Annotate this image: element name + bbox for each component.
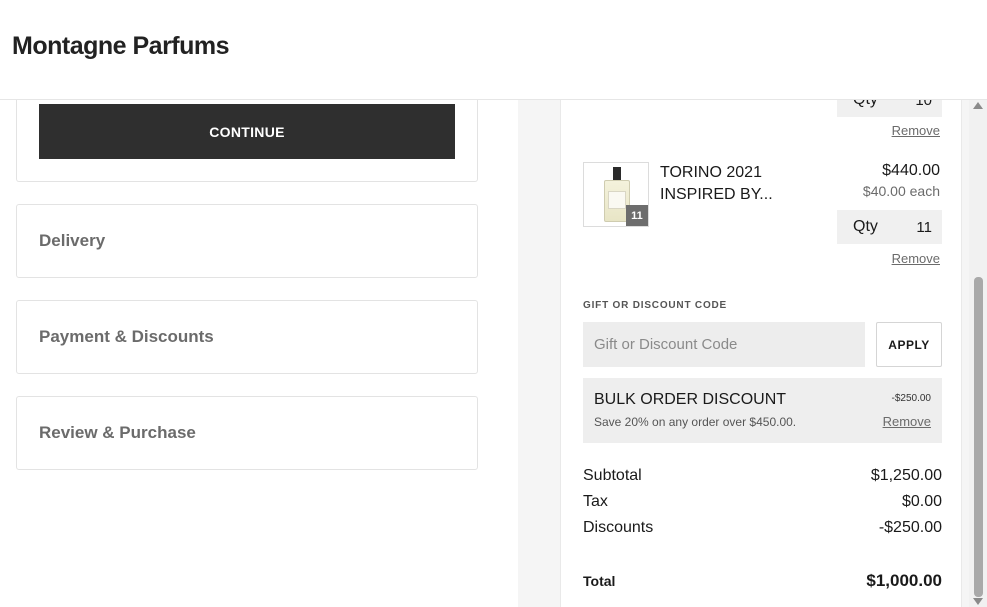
bottle-label-graphic bbox=[608, 191, 626, 209]
discount-amount: -$250.00 bbox=[891, 393, 931, 404]
unit-price: $40.00 each bbox=[862, 183, 940, 199]
customer-step-card: CONTINUE bbox=[16, 100, 478, 182]
step-delivery[interactable]: Delivery bbox=[16, 204, 478, 278]
qty-value[interactable]: 10 bbox=[915, 100, 932, 109]
brand-logo[interactable]: Montagne Parfums bbox=[12, 32, 230, 61]
subtotal-value: $1,250.00 bbox=[870, 467, 942, 484]
tax-row: Tax $0.00 bbox=[583, 493, 942, 511]
checkout-steps: CONTINUE Delivery Payment & Discounts Re… bbox=[0, 100, 518, 607]
step-payment-discounts[interactable]: Payment & Discounts bbox=[16, 300, 478, 374]
remove-item-link[interactable]: Remove bbox=[892, 123, 940, 138]
tax-value: $0.00 bbox=[901, 493, 942, 510]
scrollbar-thumb[interactable] bbox=[974, 277, 983, 597]
product-name[interactable]: TORINO 2021 INSPIRED BY... bbox=[660, 162, 820, 206]
subtotal-row: Subtotal $1,250.00 bbox=[583, 467, 942, 485]
scroll-down-icon[interactable] bbox=[973, 598, 983, 605]
quantity-stepper[interactable]: Qty 11 bbox=[837, 210, 942, 244]
quantity-stepper[interactable]: Qty 10 bbox=[837, 100, 942, 117]
order-summary-panel: Qty 10 Remove 11 TORINO 2021 INSPIRED BY… bbox=[560, 100, 962, 607]
discounts-value: -$250.00 bbox=[878, 519, 942, 536]
scroll-up-icon[interactable] bbox=[973, 102, 983, 109]
remove-item-link[interactable]: Remove bbox=[892, 251, 940, 266]
discount-description: Save 20% on any order over $450.00. bbox=[594, 415, 797, 429]
qty-label: Qty bbox=[853, 218, 878, 235]
line-total: $440.00 bbox=[882, 162, 940, 179]
total-label: Total bbox=[583, 573, 616, 589]
continue-button[interactable]: CONTINUE bbox=[39, 104, 455, 159]
discounts-label: Discounts bbox=[583, 519, 654, 536]
apply-code-button[interactable]: APPLY bbox=[876, 322, 942, 367]
gift-code-input[interactable] bbox=[583, 322, 865, 367]
total-row: Total $1,000.00 bbox=[583, 571, 942, 591]
discounts-row: Discounts -$250.00 bbox=[583, 519, 942, 537]
bottle-cap-graphic bbox=[613, 167, 621, 181]
site-header: Montagne Parfums bbox=[0, 0, 987, 100]
qty-value[interactable]: 11 bbox=[916, 219, 932, 236]
product-thumbnail[interactable]: 11 bbox=[583, 162, 649, 227]
applied-discount: BULK ORDER DISCOUNT Save 20% on any orde… bbox=[583, 378, 942, 443]
step-review-purchase[interactable]: Review & Purchase bbox=[16, 396, 478, 470]
qty-label: Qty bbox=[853, 100, 878, 109]
discount-title: BULK ORDER DISCOUNT bbox=[594, 391, 787, 408]
quantity-badge: 11 bbox=[626, 205, 648, 226]
tax-label: Tax bbox=[583, 493, 608, 510]
vertical-scrollbar[interactable] bbox=[969, 100, 987, 607]
gift-code-heading: GIFT OR DISCOUNT CODE bbox=[583, 300, 728, 311]
total-value: $1,000.00 bbox=[866, 571, 942, 590]
subtotal-label: Subtotal bbox=[583, 467, 642, 484]
remove-discount-link[interactable]: Remove bbox=[883, 414, 931, 429]
